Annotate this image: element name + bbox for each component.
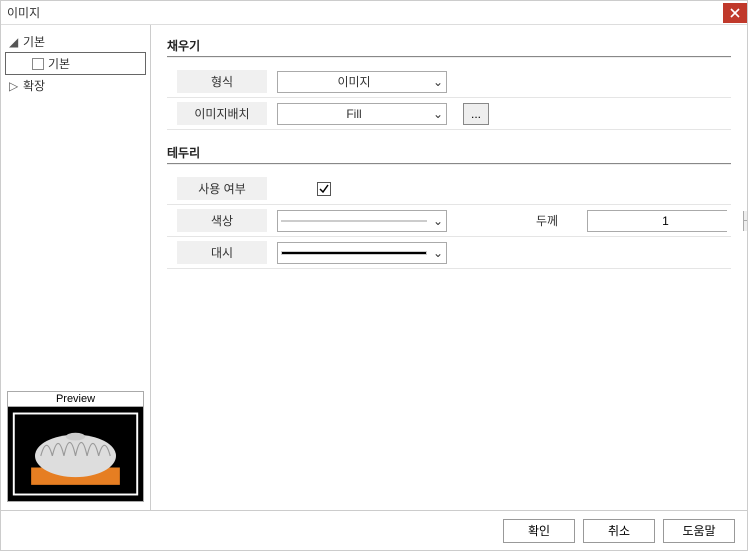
caret-down-icon: ◢ <box>9 35 19 49</box>
tree-item-label: 기본 <box>48 55 70 72</box>
section-border-title: 테두리 <box>167 140 731 163</box>
color-swatch <box>281 220 427 222</box>
dash-swatch <box>281 251 427 255</box>
dialog-window: 이미지 ◢ 기본 기본 ▷ 확장 <box>0 0 748 551</box>
format-value: 이미지 <box>278 73 430 90</box>
color-combo[interactable]: ⌄ <box>277 210 447 232</box>
browse-button[interactable]: ... <box>463 103 489 125</box>
titlebar: 이미지 <box>1 1 747 25</box>
thickness-input[interactable] <box>588 211 743 231</box>
placement-combo[interactable]: Fill ⌄ <box>277 103 447 125</box>
tree-item-basic[interactable]: 기본 <box>5 52 146 75</box>
tree-item-label: 확장 <box>23 77 45 94</box>
placement-label: 이미지배치 <box>177 102 267 125</box>
help-button[interactable]: 도움말 <box>663 519 735 543</box>
chevron-down-icon: ⌄ <box>430 246 446 260</box>
tree-item-label: 기본 <box>23 33 45 50</box>
check-icon <box>319 184 329 194</box>
chevron-down-icon: ⌄ <box>430 75 446 89</box>
enabled-checkbox[interactable] <box>317 182 331 196</box>
placement-value: Fill <box>278 107 430 121</box>
divider <box>167 163 731 165</box>
dash-combo[interactable]: ⌄ <box>277 242 447 264</box>
chevron-down-icon: ⌄ <box>430 214 446 228</box>
main-panel: 채우기 형식 이미지 ⌄ 이미지배치 Fill ⌄ ... 테두리 <box>151 25 747 510</box>
field-color: 색상 ⌄ 두께 ▲ ▼ <box>167 205 731 237</box>
preview-panel: Preview <box>7 391 144 502</box>
ellipsis-icon: ... <box>471 107 481 121</box>
ok-button[interactable]: 확인 <box>503 519 575 543</box>
field-dash: 대시 ⌄ <box>167 237 731 269</box>
dialog-body: ◢ 기본 기본 ▷ 확장 Preview <box>1 25 747 510</box>
footer: 확인 취소 도움말 <box>1 510 747 550</box>
spinner-buttons: ▲ ▼ <box>743 211 747 231</box>
chevron-down-icon: ⌄ <box>430 107 446 121</box>
field-enabled: 사용 여부 <box>167 173 731 205</box>
format-label: 형식 <box>177 70 267 93</box>
dialog-title: 이미지 <box>7 4 40 21</box>
field-placement: 이미지배치 Fill ⌄ ... <box>167 98 731 130</box>
tree-item-root[interactable]: ◢ 기본 <box>5 31 146 52</box>
close-icon <box>730 8 740 18</box>
sidebar: ◢ 기본 기본 ▷ 확장 Preview <box>1 25 151 510</box>
preview-label: Preview <box>7 391 144 406</box>
close-button[interactable] <box>723 3 747 23</box>
cancel-button[interactable]: 취소 <box>583 519 655 543</box>
thickness-label: 두께 <box>517 209 577 232</box>
spin-down-button[interactable]: ▼ <box>743 221 747 231</box>
section-fill-title: 채우기 <box>167 33 731 56</box>
caret-right-icon: ▷ <box>9 79 19 93</box>
dash-label: 대시 <box>177 241 267 264</box>
enabled-label: 사용 여부 <box>177 177 267 200</box>
tree: ◢ 기본 기본 ▷ 확장 <box>1 29 150 387</box>
spin-up-button[interactable]: ▲ <box>743 211 747 221</box>
divider <box>167 56 731 58</box>
tree-checkbox[interactable] <box>32 58 44 70</box>
color-label: 색상 <box>177 209 267 232</box>
field-format: 형식 이미지 ⌄ <box>167 66 731 98</box>
tree-item-expand[interactable]: ▷ 확장 <box>5 75 146 96</box>
thickness-spinner[interactable]: ▲ ▼ <box>587 210 727 232</box>
preview-image <box>7 406 144 502</box>
preview-thumbnail-icon <box>8 407 143 501</box>
format-combo[interactable]: 이미지 ⌄ <box>277 71 447 93</box>
